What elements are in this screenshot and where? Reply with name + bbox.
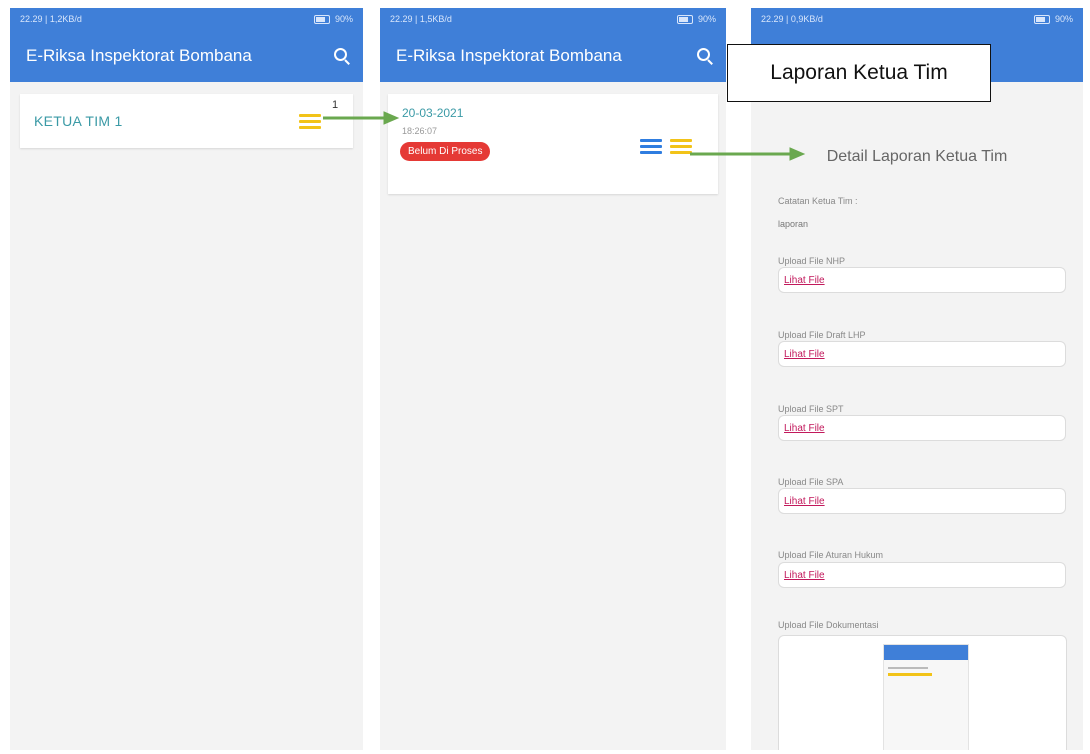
status-time: 22.29 | 1,5KB/d [390,14,452,24]
list-icon[interactable] [299,114,321,130]
report-time: 18:26:07 [402,126,438,136]
view-file-link[interactable]: Lihat File [784,496,825,507]
detail-list-icon[interactable] [640,139,662,155]
upload-spt-field: Lihat File [778,415,1066,441]
app-bar: E-Riksa Inspektorat Bombana [380,30,726,82]
upload-spa-field: Lihat File [778,488,1066,514]
upload-aturan-hukum-label: Upload File Aturan Hukum [778,550,884,560]
upload-draft-lhp-field: Lihat File [778,341,1066,367]
upload-spa-label: Upload File SPA [778,477,844,487]
status-bar: 22.29 | 0,9KB/d 90% [751,8,1083,30]
upload-spt-label: Upload File SPT [778,404,844,414]
battery-icon [1033,14,1050,24]
status-bar: 22.29 | 1,2KB/d 90% [10,8,363,30]
battery-icon [313,14,330,24]
screen-report-detail: 22.29 | 0,9KB/d 90% Detail Laporan Ketua… [751,8,1083,750]
upload-aturan-hukum-field: Lihat File [778,562,1066,588]
view-file-link[interactable]: Lihat File [784,423,825,434]
note-label: Catatan Ketua Tim : [778,196,858,206]
list-item-title: KETUA TIM 1 [34,113,123,129]
upload-dokumentasi-label: Upload File Dokumentasi [778,620,879,630]
app-title: E-Riksa Inspektorat Bombana [396,46,622,65]
item-count: 1 [332,99,339,111]
search-icon[interactable] [333,47,351,65]
status-time: 22.29 | 0,9KB/d [761,14,823,24]
battery-level: 90% [334,14,353,24]
battery-icon [676,14,693,24]
view-file-link[interactable]: Lihat File [784,570,825,581]
status-bar: 22.29 | 1,5KB/d 90% [380,8,726,30]
status-badge: Belum Di Proses [400,142,491,161]
callout-label: Laporan Ketua Tim [727,44,991,102]
note-value: laporan [778,219,809,229]
upload-nhp-label: Upload File NHP [778,256,846,266]
list-icon[interactable] [670,139,692,155]
screen-ketua-tim-list: 22.29 | 1,2KB/d 90% E-Riksa Inspektorat … [10,8,363,750]
report-date: 20-03-2021 [402,106,464,120]
app-title: E-Riksa Inspektorat Bombana [26,46,252,65]
view-file-link[interactable]: Lihat File [784,275,825,286]
documentation-thumbnail [883,644,969,750]
app-bar: E-Riksa Inspektorat Bombana [10,30,363,82]
documentation-preview[interactable] [778,635,1067,750]
upload-draft-lhp-label: Upload File Draft LHP [778,330,866,340]
upload-nhp-field: Lihat File [778,267,1066,293]
battery-level: 90% [697,14,716,24]
screen-report-list: 22.29 | 1,5KB/d 90% E-Riksa Inspektorat … [380,8,726,750]
search-icon[interactable] [696,47,714,65]
view-file-link[interactable]: Lihat File [784,349,825,360]
report-card[interactable]: 20-03-2021 18:26:07 Belum Di Proses [388,94,718,194]
list-item-ketua-tim[interactable]: KETUA TIM 1 1 [20,94,353,148]
page-title: Detail Laporan Ketua Tim [826,148,1008,165]
status-time: 22.29 | 1,2KB/d [20,14,82,24]
battery-level: 90% [1054,14,1073,24]
